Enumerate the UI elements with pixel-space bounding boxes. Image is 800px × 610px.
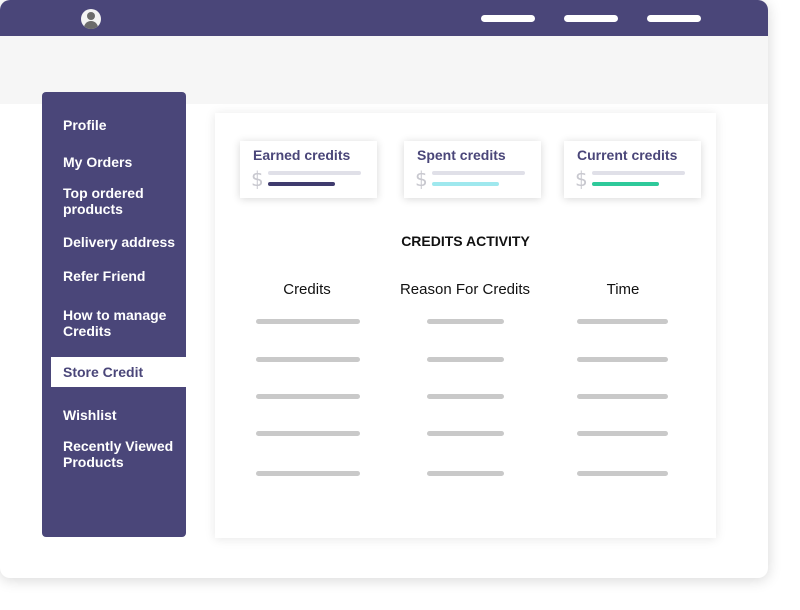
card-title: Current credits xyxy=(577,147,678,163)
card-title: Spent credits xyxy=(417,147,506,163)
sidebar-item-how-to-manage-credits[interactable]: How to manage Credits xyxy=(63,307,183,339)
table-cell-placeholder xyxy=(256,431,360,436)
current-credits-bar xyxy=(592,182,659,186)
table-cell-placeholder xyxy=(577,394,668,399)
sidebar-item-store-credit[interactable]: Store Credit xyxy=(51,357,186,387)
column-header-credits: Credits xyxy=(283,281,331,298)
column-header-time: Time xyxy=(606,281,640,298)
nav-link-1[interactable] xyxy=(481,15,535,22)
sidebar-item-refer-friend[interactable]: Refer Friend xyxy=(63,268,183,284)
earned-credits-card: Earned credits $ xyxy=(240,141,377,198)
user-avatar-icon[interactable] xyxy=(81,9,101,29)
table-cell-placeholder xyxy=(427,357,504,362)
credits-activity-title: CREDITS ACTIVITY xyxy=(401,233,530,249)
placeholder-bar xyxy=(268,171,361,175)
table-cell-placeholder xyxy=(577,319,668,324)
table-cell-placeholder xyxy=(256,319,360,324)
sidebar-item-delivery-address[interactable]: Delivery address xyxy=(63,234,183,250)
table-cell-placeholder xyxy=(256,357,360,362)
sidebar-item-wishlist[interactable]: Wishlist xyxy=(63,407,183,423)
account-sidebar: Profile My Orders Top ordered products D… xyxy=(42,92,186,537)
store-credit-panel: Earned credits $ Spent credits $ Current… xyxy=(215,113,716,538)
spent-credits-bar xyxy=(432,182,499,186)
placeholder-bar xyxy=(432,171,525,175)
top-navbar xyxy=(0,0,768,36)
column-header-reason: Reason For Credits xyxy=(399,281,531,298)
dollar-icon: $ xyxy=(575,167,588,191)
table-cell-placeholder xyxy=(427,431,504,436)
placeholder-bar xyxy=(592,171,685,175)
dollar-icon: $ xyxy=(415,167,428,191)
nav-link-2[interactable] xyxy=(564,15,618,22)
sidebar-item-recently-viewed-products[interactable]: Recently Viewed Products xyxy=(63,438,183,470)
table-cell-placeholder xyxy=(427,471,504,476)
nav-link-3[interactable] xyxy=(647,15,701,22)
card-title: Earned credits xyxy=(253,147,351,163)
table-cell-placeholder xyxy=(427,394,504,399)
sidebar-item-profile[interactable]: Profile xyxy=(63,117,183,133)
current-credits-card: Current credits $ xyxy=(564,141,701,198)
table-cell-placeholder xyxy=(256,471,360,476)
table-cell-placeholder xyxy=(427,319,504,324)
table-cell-placeholder xyxy=(577,357,668,362)
table-cell-placeholder xyxy=(577,431,668,436)
sidebar-item-top-ordered-products[interactable]: Top ordered products xyxy=(63,185,183,217)
earned-credits-bar xyxy=(268,182,335,186)
spent-credits-card: Spent credits $ xyxy=(404,141,541,198)
table-cell-placeholder xyxy=(256,394,360,399)
sidebar-item-my-orders[interactable]: My Orders xyxy=(63,154,183,170)
dollar-icon: $ xyxy=(251,167,264,191)
table-cell-placeholder xyxy=(577,471,668,476)
